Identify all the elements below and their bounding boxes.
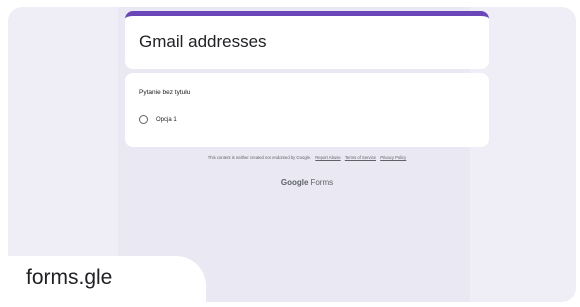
option-label: Opcja 1 — [156, 116, 177, 123]
footer-disclaimer: This content is neither created nor endo… — [125, 155, 489, 160]
form-title: Gmail addresses — [139, 32, 267, 51]
brand-google: Google — [280, 178, 309, 187]
privacy-link[interactable]: Privacy Policy — [380, 155, 406, 160]
terms-link[interactable]: Terms of Service — [345, 155, 376, 160]
question-card: Pytanie bez tytułu Opcja 1 — [125, 73, 489, 147]
link-preview-card[interactable]: Gmail addresses Pytanie bez tytułu Opcja… — [8, 7, 576, 302]
domain-text: forms.gle — [26, 266, 113, 289]
disclaimer-text: This content is neither created nor endo… — [207, 155, 312, 160]
brand-forms: Forms — [310, 178, 334, 187]
domain-label-tab: forms.gle — [8, 256, 206, 302]
google-forms-logo: Google Forms — [125, 178, 489, 187]
form-title-card: Gmail addresses — [125, 11, 489, 69]
question-title: Pytanie bez tytułu — [139, 89, 191, 96]
radio-button[interactable] — [139, 115, 148, 124]
report-abuse-link[interactable]: Report Abuse — [315, 155, 340, 160]
option-row[interactable]: Opcja 1 — [139, 115, 177, 124]
